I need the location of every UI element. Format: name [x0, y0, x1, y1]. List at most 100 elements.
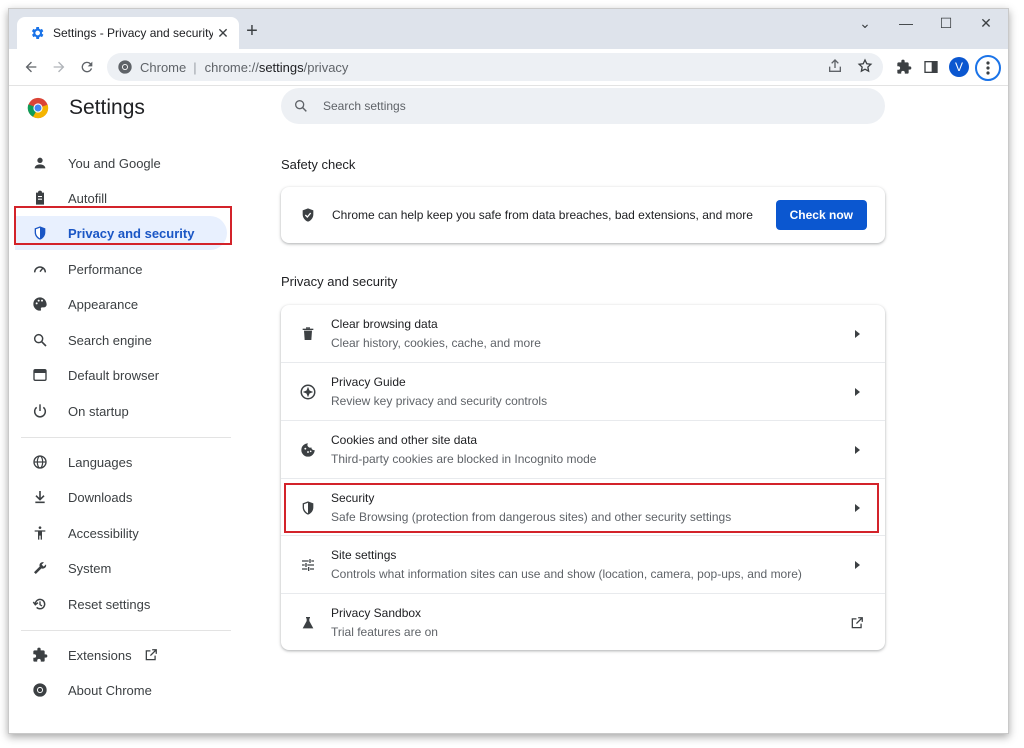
- reload-icon[interactable]: [75, 55, 99, 79]
- tab-close-icon[interactable]: ✕: [213, 25, 233, 42]
- search-input[interactable]: Search settings: [281, 88, 885, 124]
- sidebar-item-accessibility[interactable]: Accessibility: [15, 516, 227, 550]
- shield-icon: [298, 498, 318, 518]
- flask-icon: [298, 613, 318, 633]
- chrome-logo-icon: [27, 97, 49, 119]
- tab-title: Settings - Privacy and security: [53, 26, 213, 40]
- list-item-privacy-sandbox[interactable]: Privacy Sandbox Trial features are on: [281, 593, 885, 651]
- window-close-icon[interactable]: ✕: [971, 15, 1001, 32]
- row-subtitle: Clear history, cookies, cache, and more: [331, 336, 541, 350]
- arrow-right-icon: [847, 560, 867, 570]
- clipboard-icon: [30, 188, 50, 208]
- shield-check-icon: [300, 207, 316, 223]
- settings-header: Settings: [27, 96, 145, 120]
- row-title: Clear browsing data: [331, 317, 438, 331]
- sidebar-item-label: Autofill: [68, 190, 108, 206]
- sidebar-item-performance[interactable]: Performance: [15, 252, 227, 286]
- sidebar-item-you-and-google[interactable]: You and Google: [15, 146, 227, 180]
- sidebar-item-appearance[interactable]: Appearance: [15, 287, 227, 321]
- row-subtitle: Trial features are on: [331, 625, 438, 639]
- search-icon: [30, 330, 50, 350]
- share-icon[interactable]: [827, 58, 843, 74]
- accessibility-icon: [30, 523, 50, 543]
- sidebar-item-label: Accessibility: [68, 525, 139, 541]
- sidebar-item-label: Performance: [68, 261, 143, 277]
- sidebar-item-system[interactable]: System: [15, 551, 227, 585]
- list-item-privacy-guide[interactable]: Privacy Guide Review key privacy and sec…: [281, 362, 885, 420]
- arrow-right-icon: [847, 503, 867, 513]
- toolbar: Chrome | chrome://settings/privacy V: [9, 49, 1008, 86]
- list-item-site-settings[interactable]: Site settings Controls what information …: [281, 535, 885, 593]
- privacy-security-heading: Privacy and security: [281, 274, 398, 289]
- tab-search-icon[interactable]: ⌄: [850, 15, 880, 32]
- address-bar[interactable]: Chrome | chrome://settings/privacy: [107, 53, 883, 81]
- sidebar-item-autofill[interactable]: Autofill: [15, 181, 227, 215]
- site-name: Chrome: [140, 59, 187, 75]
- arrow-right-icon: [847, 329, 867, 339]
- person-icon: [30, 153, 50, 173]
- sidebar-divider: [21, 437, 231, 438]
- row-subtitle: Review key privacy and security controls: [331, 394, 548, 408]
- check-now-button[interactable]: Check now: [775, 200, 867, 230]
- url-main: settings: [258, 59, 304, 75]
- sidebar-item-about-chrome[interactable]: About Chrome: [15, 673, 227, 707]
- sidebar-item-downloads[interactable]: Downloads: [15, 480, 227, 514]
- sidebar-item-label: Reset settings: [68, 596, 151, 612]
- browser-icon: [30, 365, 50, 385]
- sidebar-item-search-engine[interactable]: Search engine: [15, 323, 227, 357]
- sidebar-item-default-browser[interactable]: Default browser: [15, 358, 227, 392]
- sidebar-item-on-startup[interactable]: On startup: [15, 394, 227, 428]
- minimize-icon[interactable]: —: [891, 15, 921, 31]
- url-text: chrome://settings/privacy: [205, 60, 349, 75]
- url-prefix: chrome://: [204, 59, 259, 75]
- sidebar-item-privacy-and-security[interactable]: Privacy and security: [15, 216, 227, 250]
- page-title: Settings: [69, 96, 145, 119]
- kebab-menu-icon[interactable]: [975, 55, 1001, 81]
- speedometer-icon: [30, 259, 50, 279]
- list-item-clear-browsing-data[interactable]: Clear browsing data Clear history, cooki…: [281, 305, 885, 362]
- row-title: Cookies and other site data: [331, 433, 478, 447]
- power-icon: [30, 401, 50, 421]
- safety-check-message: Chrome can help keep you safe from data …: [332, 208, 753, 222]
- maximize-icon[interactable]: ☐: [931, 15, 961, 32]
- open-in-new-icon: [847, 616, 867, 630]
- compass-icon: [298, 382, 318, 402]
- list-item-cookies[interactable]: Cookies and other site data Third-party …: [281, 420, 885, 478]
- row-subtitle: Third-party cookies are blocked in Incog…: [331, 452, 597, 466]
- sidebar-item-languages[interactable]: Languages: [15, 445, 227, 479]
- sidebar-item-reset-settings[interactable]: Reset settings: [15, 587, 227, 621]
- side-panel-icon[interactable]: [920, 56, 942, 78]
- sidebar-item-label: Extensions: [68, 647, 132, 663]
- row-title: Site settings: [331, 548, 397, 562]
- download-icon: [30, 487, 50, 507]
- sidebar-item-label: On startup: [68, 403, 129, 419]
- shield-icon: [30, 223, 50, 243]
- search-icon: [293, 98, 309, 114]
- sidebar-item-label: Downloads: [68, 489, 133, 505]
- sidebar-item-label: System: [68, 560, 112, 576]
- row-subtitle: Controls what information sites can use …: [331, 567, 802, 581]
- tab-settings[interactable]: Settings - Privacy and security ✕: [17, 17, 239, 49]
- sidebar-item-label: Languages: [68, 454, 133, 470]
- sidebar: Settings You and Google Autofill Privacy…: [9, 86, 239, 732]
- chrome-icon: [30, 680, 50, 700]
- sidebar-item-extensions[interactable]: Extensions: [15, 638, 227, 672]
- list-item-security[interactable]: Security Safe Browsing (protection from …: [281, 478, 885, 536]
- gear-icon: [31, 27, 44, 39]
- chrome-icon: [118, 60, 132, 74]
- row-title: Privacy Sandbox: [331, 606, 422, 620]
- sidebar-item-label: Appearance: [68, 296, 139, 312]
- new-tab-button[interactable]: +: [241, 21, 263, 43]
- extensions-icon[interactable]: [893, 56, 915, 78]
- sidebar-item-label: Search engine: [68, 332, 152, 348]
- browser-window: Settings - Privacy and security ✕ + ⌄ — …: [8, 8, 1009, 734]
- open-in-new-icon: [144, 648, 158, 662]
- sidebar-item-label: About Chrome: [68, 682, 152, 698]
- sidebar-item-label: Privacy and security: [68, 225, 195, 241]
- url-suffix: /privacy: [303, 59, 349, 75]
- back-icon[interactable]: [19, 55, 43, 79]
- trash-icon: [298, 324, 318, 344]
- bookmark-star-icon[interactable]: [857, 58, 873, 74]
- forward-icon[interactable]: [47, 55, 71, 79]
- avatar[interactable]: V: [949, 57, 969, 77]
